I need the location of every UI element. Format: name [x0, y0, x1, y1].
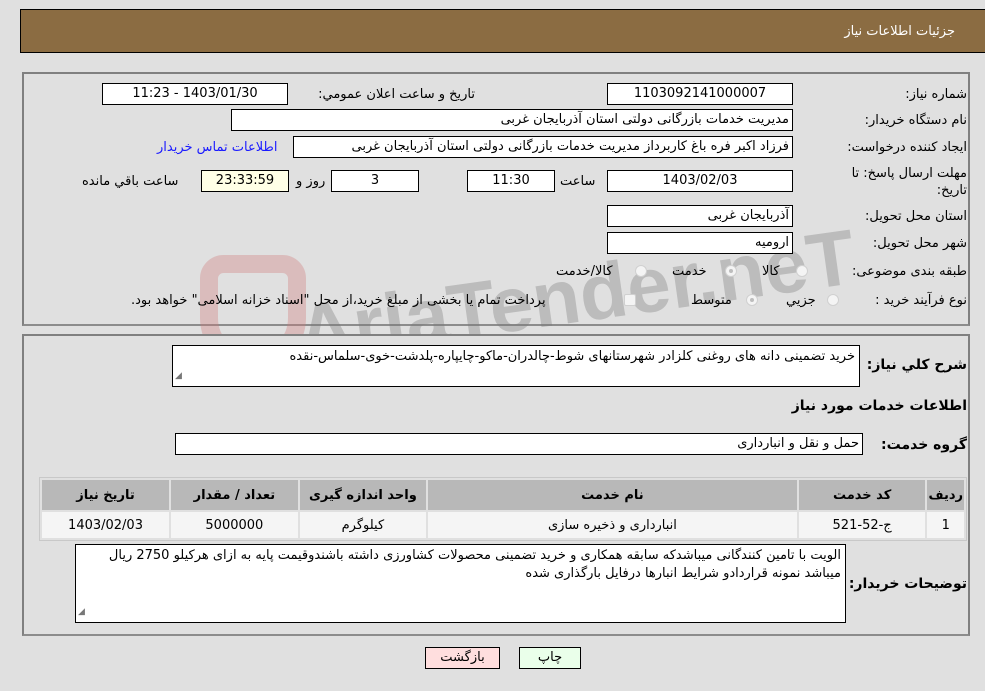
cell-service-name: انبارداری و ذخیره سازی: [428, 512, 797, 538]
buyer-org-label: نام دستگاه خریدار:: [864, 113, 967, 128]
buyer-notes-label: توضیحات خریدار:: [848, 576, 967, 592]
requester-field: فرزاد اکبر فره باغ کاربرداز مدیریت خدمات…: [293, 136, 793, 158]
col-header-quantity: تعداد / مقدار: [171, 480, 298, 510]
purchase-medium-label: متوسط: [691, 293, 732, 308]
need-number-label: شماره نیاز:: [905, 87, 967, 102]
deadline-label: مهلت ارسال پاسخ: تا تاریخ:: [851, 166, 967, 198]
cell-quantity: 5000000: [171, 512, 298, 538]
summary-text: خرید تضمینی دانه های روغنی کلزادر شهرستا…: [289, 349, 856, 364]
announce-datetime-label: تاريخ و ساعت اعلان عمومي:: [318, 87, 475, 102]
time-remaining-label: ساعت باقي مانده: [82, 174, 179, 189]
delivery-city-field: ارومیه: [607, 232, 793, 254]
treasury-checkbox[interactable]: [624, 294, 636, 306]
category-label: طبقه بندی موضوعی:: [851, 264, 967, 279]
cell-service-code: ج-52-521: [798, 512, 926, 538]
col-header-need-date: تاریخ نیاز: [42, 480, 170, 510]
table-row: 1 ج-52-521 انبارداری و ذخیره سازی کیلوگر…: [42, 512, 964, 538]
deadline-date-field: 1403/02/03: [607, 170, 793, 192]
category-service-label: خدمت: [672, 264, 707, 279]
category-goods-label: کالا: [762, 264, 780, 279]
print-button[interactable]: چاپ: [519, 647, 581, 669]
col-header-service-name: نام خدمت: [428, 480, 797, 510]
col-header-unit: واحد اندازه گیری: [299, 480, 427, 510]
purchase-minor-radio[interactable]: [827, 294, 839, 306]
resize-grip-icon[interactable]: ◢: [78, 603, 85, 621]
service-group-label: گروه خدمت:: [881, 437, 967, 453]
category-goods-service-radio[interactable]: [635, 265, 647, 277]
announce-datetime-field: 1403/01/30 - 11:23: [102, 83, 288, 105]
services-section-title: اطلاعات خدمات مورد نیاز: [791, 398, 967, 414]
summary-label: شرح كلي نياز:: [866, 357, 967, 373]
purchase-type-label: نوع فرآیند خرید :: [875, 293, 967, 308]
table-header-row: ردیف کد خدمت نام خدمت واحد اندازه گیری ت…: [42, 480, 964, 510]
category-goods-service-label: کالا/خدمت: [556, 264, 613, 279]
summary-textarea[interactable]: خرید تضمینی دانه های روغنی کلزادر شهرستا…: [172, 345, 860, 387]
page-header: جزئیات اطلاعات نیاز: [20, 9, 985, 53]
category-service-radio[interactable]: [725, 265, 737, 277]
col-header-row-no: ردیف: [927, 480, 964, 510]
buyer-notes-text: الویت با تامین کنندگانی میباشدکه سابقه ه…: [108, 548, 841, 581]
buyer-org-field: مدیریت خدمات بازرگانی دولتی استان آذربای…: [231, 109, 793, 131]
buyer-contact-link[interactable]: اطلاعات تماس خریدار: [157, 140, 277, 155]
cell-row-no: 1: [927, 512, 964, 538]
back-button[interactable]: بازگشت: [425, 647, 500, 669]
resize-grip-icon[interactable]: ◢: [175, 367, 182, 385]
purchase-minor-label: جزيي: [786, 293, 816, 308]
delivery-city-label: شهر محل تحویل:: [872, 236, 967, 251]
col-header-service-code: کد خدمت: [798, 480, 926, 510]
buyer-notes-textarea[interactable]: الویت با تامین کنندگانی میباشدکه سابقه ه…: [75, 544, 846, 623]
category-goods-radio[interactable]: [796, 265, 808, 277]
days-label: روز و: [296, 174, 326, 189]
cell-need-date: 1403/02/03: [42, 512, 170, 538]
service-group-field: حمل و نقل و انبارداری: [175, 433, 863, 455]
delivery-province-label: استان محل تحویل:: [865, 209, 967, 224]
deadline-time-label: ساعت: [560, 174, 596, 189]
time-remaining-field: 23:33:59: [201, 170, 289, 192]
purchase-medium-radio[interactable]: [746, 294, 758, 306]
cell-unit: کیلوگرم: [299, 512, 427, 538]
delivery-province-field: آذربایجان غربی: [607, 205, 793, 227]
services-table: ردیف کد خدمت نام خدمت واحد اندازه گیری ت…: [39, 477, 967, 541]
requester-label: ایجاد کننده درخواست:: [847, 140, 967, 155]
page-title: جزئیات اطلاعات نیاز: [844, 24, 955, 39]
treasury-note: پرداخت تمام یا بخشی از مبلغ خرید،از محل …: [131, 293, 546, 308]
deadline-time-field: 11:30: [467, 170, 555, 192]
need-number-field: 1103092141000007: [607, 83, 793, 105]
days-remaining-field: 3: [331, 170, 419, 192]
